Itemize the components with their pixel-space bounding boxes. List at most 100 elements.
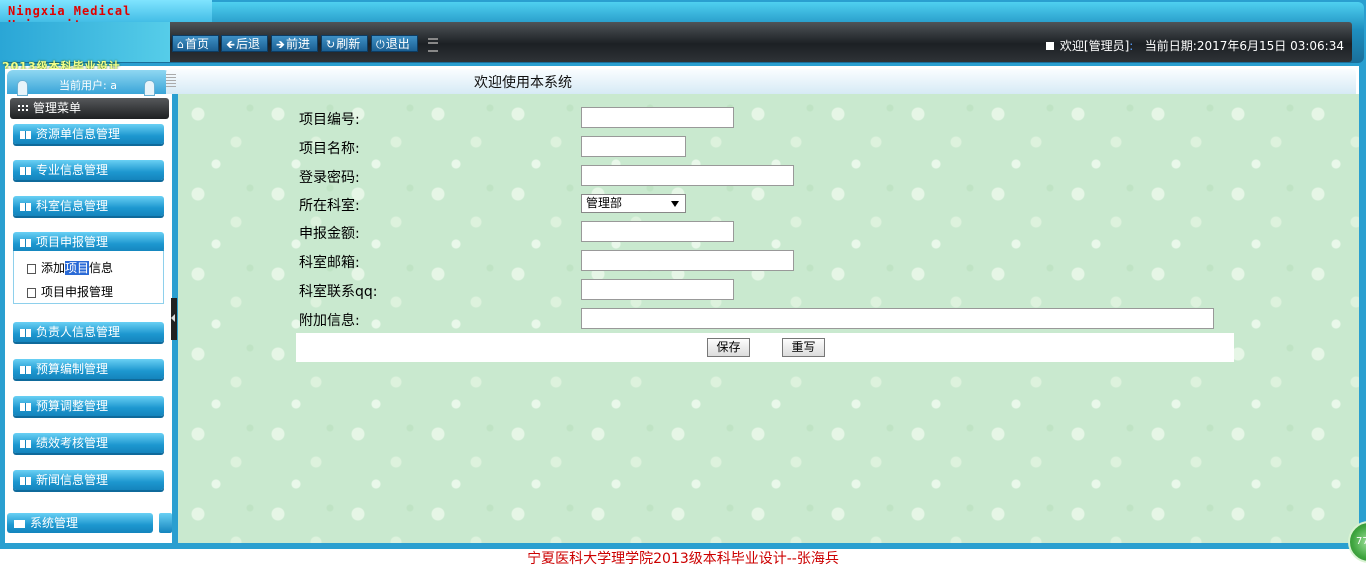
menu-major-info[interactable]: 专业信息管理 xyxy=(13,160,164,180)
menu-label: 科室信息管理 xyxy=(36,199,109,213)
book-icon xyxy=(20,202,31,211)
menu-owner-info[interactable]: 负责人信息管理 xyxy=(13,322,164,342)
logout-label: 退出 xyxy=(385,37,410,51)
date-value: 2017年6月15日 03:06:34 xyxy=(1196,39,1344,53)
current-user-label: 当前用户: a xyxy=(59,79,117,92)
department-label: 所在科室: xyxy=(299,198,360,214)
amount-input[interactable] xyxy=(581,221,734,242)
frame-right-border xyxy=(1359,66,1366,549)
menu-label: 新闻信息管理 xyxy=(36,473,109,487)
menu-budget-plan[interactable]: 预算编制管理 xyxy=(13,359,164,379)
welcome-suffix: : xyxy=(1129,39,1134,53)
submenu-add-project[interactable]: 添加项目信息 xyxy=(27,259,113,276)
book-icon xyxy=(14,519,25,528)
menu-resource-info[interactable]: 资源单信息管理 xyxy=(13,124,164,144)
menu-budget-adjust[interactable]: 预算调整管理 xyxy=(13,396,164,416)
refresh-button[interactable]: ↻刷新 xyxy=(321,35,368,52)
submenu-label: 项目申报管理 xyxy=(41,285,114,299)
menu-title-label: 管理菜单 xyxy=(33,101,82,115)
toolbar: ⌂首页 🡸后退 🡺前进 ↻刷新 ⏻退出 欢迎[管理员]: 当前日期:2017年6… xyxy=(170,22,1352,62)
menu-system[interactable]: 系统管理 xyxy=(7,513,153,533)
home-icon: ⌂ xyxy=(177,38,184,51)
project-no-input[interactable] xyxy=(581,107,734,128)
book-icon xyxy=(20,238,31,247)
forward-arrow-icon: 🡺 xyxy=(276,38,285,51)
date-label: 当前日期: xyxy=(1144,39,1197,53)
brand-subtitle-area: 2013级本科毕业设计 xyxy=(0,22,170,73)
document-icon xyxy=(27,287,36,298)
dropdown-arrow-icon xyxy=(671,201,679,207)
welcome-area: 欢迎[管理员]: 当前日期:2017年6月15日 03:06:34 xyxy=(1045,37,1344,54)
content-area: 项目编号: 项目名称: 登录密码: 所在科室: 管理部 申报金额: 科室邮箱: … xyxy=(178,94,1359,543)
brand-title-area: Ningxia Medical University xyxy=(0,0,212,32)
save-button[interactable]: 保存 xyxy=(707,338,750,357)
submenu-label: 信息 xyxy=(89,261,114,275)
submenu-label-highlight: 项目 xyxy=(65,261,90,275)
current-user-bar: 当前用户: a xyxy=(7,70,170,96)
footer-text: 宁夏医科大学理学院2013级本科毕业设计--张海兵 xyxy=(527,551,839,567)
home-button[interactable]: ⌂首页 xyxy=(172,35,219,52)
department-select[interactable]: 管理部 xyxy=(581,194,686,213)
password-input[interactable] xyxy=(581,165,794,186)
extra-info-label: 附加信息: xyxy=(299,313,360,329)
menu-news-info[interactable]: 新闻信息管理 xyxy=(13,470,164,490)
pin-icon xyxy=(144,80,155,96)
book-icon xyxy=(20,439,31,448)
back-label: 后退 xyxy=(235,37,260,51)
menu-department-info[interactable]: 科室信息管理 xyxy=(13,196,164,216)
menu-label: 负责人信息管理 xyxy=(36,325,121,339)
document-icon xyxy=(27,263,36,274)
book-icon xyxy=(20,402,31,411)
book-icon xyxy=(20,476,31,485)
logout-button[interactable]: ⏻退出 xyxy=(371,35,418,52)
system-menu-toggle[interactable] xyxy=(159,513,172,533)
refresh-label: 刷新 xyxy=(336,37,361,51)
menu-title: 管理菜单 xyxy=(10,98,169,119)
amount-label: 申报金额: xyxy=(299,226,360,242)
power-icon: ⏻ xyxy=(376,38,385,51)
department-selected-value: 管理部 xyxy=(586,196,623,210)
book-icon xyxy=(20,166,31,175)
project-no-label: 项目编号: xyxy=(299,112,360,128)
menu-label: 预算编制管理 xyxy=(36,362,109,376)
welcome-text: 欢迎[管理员] xyxy=(1059,39,1130,53)
qq-label: 科室联系qq: xyxy=(299,284,378,300)
project-name-label: 项目名称: xyxy=(299,141,360,157)
menu-label: 系统管理 xyxy=(30,516,79,530)
forward-button[interactable]: 🡺前进 xyxy=(271,35,318,52)
menu-project-application[interactable]: 项目申报管理 xyxy=(13,232,164,252)
menu-label: 项目申报管理 xyxy=(36,235,109,249)
back-button[interactable]: 🡸后退 xyxy=(221,35,268,52)
square-bullet-icon xyxy=(1045,42,1054,50)
toolbar-grip-icon xyxy=(428,38,438,52)
qq-input[interactable] xyxy=(581,279,734,300)
email-input[interactable] xyxy=(581,250,794,271)
home-label: 首页 xyxy=(184,37,209,51)
submenu-project-manage[interactable]: 项目申报管理 xyxy=(27,283,113,300)
project-name-input[interactable] xyxy=(581,136,686,157)
menu-label: 预算调整管理 xyxy=(36,399,109,413)
book-icon xyxy=(20,328,31,337)
form-button-row: 保存 重写 xyxy=(296,333,1234,362)
welcome-marquee: 欢迎使用本系统 xyxy=(474,75,572,91)
book-icon xyxy=(20,130,31,139)
password-label: 登录密码: xyxy=(299,170,360,186)
back-arrow-icon: 🡸 xyxy=(226,38,235,51)
extra-info-input[interactable] xyxy=(581,308,1214,329)
menu-label: 资源单信息管理 xyxy=(36,127,121,141)
menu-label: 绩效考核管理 xyxy=(36,436,109,450)
submenu-label: 添加 xyxy=(41,261,66,275)
forward-label: 前进 xyxy=(285,37,310,51)
email-label: 科室邮箱: xyxy=(299,255,360,271)
sidebar: 当前用户: a 管理菜单 资源单信息管理 专业信息管理 科室信息管理 项目申报管… xyxy=(5,69,172,543)
menu-performance[interactable]: 绩效考核管理 xyxy=(13,433,164,453)
book-icon xyxy=(20,365,31,374)
reset-button[interactable]: 重写 xyxy=(782,338,825,357)
sidebar-collapse-handle[interactable] xyxy=(171,298,177,340)
grip-icon xyxy=(166,74,176,88)
pin-icon xyxy=(17,80,28,96)
menu-label: 专业信息管理 xyxy=(36,163,109,177)
content-title-bar: 欢迎使用本系统 xyxy=(166,69,1356,94)
refresh-icon: ↻ xyxy=(326,38,336,51)
header-bar: Ningxia Medical University 2013级本科毕业设计 ⌂… xyxy=(0,0,1366,73)
